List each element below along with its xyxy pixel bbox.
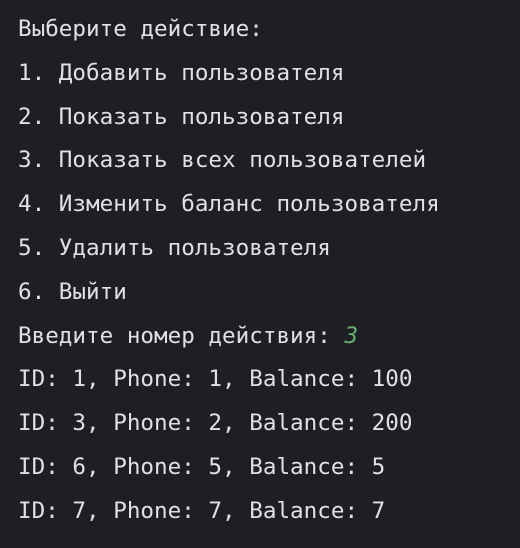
output-line: ID: 3, Phone: 2, Balance: 200 — [18, 410, 413, 437]
input-prompt: Введите номер действия: — [18, 322, 345, 349]
output-line: ID: 6, Phone: 5, Balance: 5 — [18, 453, 386, 480]
menu-title: Выберите действие: — [18, 16, 263, 42]
menu-item-add-user: 1. Добавить пользователя — [18, 59, 345, 86]
output-line: ID: 1, Phone: 1, Balance: 100 — [18, 366, 413, 393]
input-prompt-line[interactable]: Введите номер действия: 3 — [18, 315, 520, 359]
menu-item-exit: 6. Выйти — [18, 278, 127, 305]
user-input[interactable]: 3 — [344, 323, 358, 349]
menu-item-change-balance: 4. Изменить баланс пользователя — [18, 191, 440, 218]
console-output: Выберите действие: 1. Добавить пользоват… — [0, 0, 520, 548]
menu-item-delete-user: 5. Удалить пользователя — [18, 234, 331, 261]
menu-item-show-all-users: 3. Показать всех пользователей — [18, 147, 427, 174]
output-line: ID: 7, Phone: 7, Balance: 7 — [18, 497, 386, 524]
menu-item-show-user: 2. Показать пользователя — [18, 103, 345, 130]
